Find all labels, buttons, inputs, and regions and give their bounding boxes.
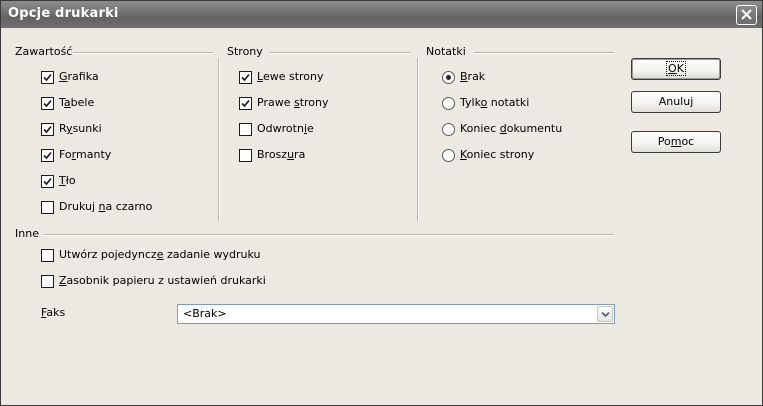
checkmark-icon <box>241 99 250 108</box>
notes-radio-1[interactable] <box>442 71 455 84</box>
group-divider <box>269 52 411 54</box>
contents-checkbox-label[interactable]: Drukuj na czarno <box>59 200 152 214</box>
vertical-divider <box>417 58 419 221</box>
checkmark-icon <box>241 73 250 82</box>
cancel-button-label: Anuluj <box>658 95 694 108</box>
ok-button[interactable]: OK <box>631 58 721 80</box>
other-checkbox-label[interactable]: Utwórz pojedyncze zadanie wydruku <box>59 248 261 262</box>
pages-checkbox-2[interactable] <box>239 97 252 110</box>
pages-checkbox-label[interactable]: Lewe strony <box>257 70 324 84</box>
dialog-content: Zawartość Strony Notatki Grafika Tabele Ry… <box>1 28 762 405</box>
dropdown-button[interactable] <box>597 306 613 322</box>
checkmark-icon <box>43 73 52 82</box>
notes-radio-label[interactable]: Koniec dokumentu <box>460 122 562 136</box>
pages-checkbox-1[interactable] <box>239 71 252 84</box>
checkmark-icon <box>43 177 52 186</box>
notes-radio-2[interactable] <box>442 97 455 110</box>
group-label-pages: Strony <box>227 45 263 58</box>
contents-checkbox-label[interactable]: Rysunki <box>59 122 102 136</box>
contents-checkbox-5[interactable] <box>41 175 54 188</box>
ok-button-label: OK <box>666 61 686 76</box>
contents-checkbox-4[interactable] <box>41 149 54 162</box>
cancel-button[interactable]: Anuluj <box>631 91 721 113</box>
window-title: Opcje drukarki <box>8 6 119 21</box>
group-label-notes: Notatki <box>426 45 466 58</box>
group-label-other: Inne <box>15 227 39 240</box>
contents-checkbox-label[interactable]: Grafika <box>59 70 99 84</box>
pages-checkbox-label[interactable]: Odwrotnie <box>257 122 314 136</box>
other-checkbox-2[interactable] <box>41 275 54 288</box>
close-icon <box>741 9 752 20</box>
contents-checkbox-label[interactable]: Tabele <box>59 96 94 110</box>
help-button[interactable]: Pomoc <box>631 131 721 153</box>
printer-options-dialog: Opcje drukarki Zawartość Strony Notatki … <box>0 0 763 406</box>
group-divider <box>73 52 213 54</box>
help-button-label: Pomoc <box>657 135 695 148</box>
pages-checkbox-3[interactable] <box>239 123 252 136</box>
notes-radio-4[interactable] <box>442 149 455 162</box>
other-checkbox-1[interactable] <box>41 249 54 262</box>
group-divider <box>474 52 614 54</box>
group-label-contents: Zawartość <box>15 45 73 58</box>
contents-checkbox-6[interactable] <box>41 201 54 214</box>
fax-label: Faks <box>41 306 66 319</box>
contents-checkbox-3[interactable] <box>41 123 54 136</box>
checkmark-icon <box>43 151 52 160</box>
contents-checkbox-label[interactable]: Tło <box>59 174 76 188</box>
notes-radio-label[interactable]: Koniec strony <box>460 148 534 162</box>
close-button[interactable] <box>736 5 757 25</box>
checkmark-icon <box>43 99 52 108</box>
pages-checkbox-label[interactable]: Broszura <box>257 148 305 162</box>
notes-radio-label[interactable]: Tylko notatki <box>460 96 529 110</box>
contents-checkbox-2[interactable] <box>41 97 54 110</box>
chevron-down-icon <box>601 311 610 318</box>
radio-selected-dot <box>446 75 451 80</box>
title-bar[interactable]: Opcje drukarki <box>1 1 762 28</box>
group-divider <box>43 234 614 236</box>
contents-checkbox-label[interactable]: Formanty <box>59 148 111 162</box>
vertical-divider <box>218 58 220 221</box>
notes-radio-3[interactable] <box>442 123 455 136</box>
other-checkbox-label[interactable]: Zasobnik papieru z ustawień drukarki <box>59 274 266 288</box>
fax-select-value: <Brak> <box>183 307 227 320</box>
checkmark-icon <box>43 125 52 134</box>
contents-checkbox-1[interactable] <box>41 71 54 84</box>
pages-checkbox-label[interactable]: Prawe strony <box>257 96 329 110</box>
pages-checkbox-4[interactable] <box>239 149 252 162</box>
notes-radio-label[interactable]: Brak <box>460 70 485 84</box>
fax-select[interactable]: <Brak> <box>177 304 615 324</box>
